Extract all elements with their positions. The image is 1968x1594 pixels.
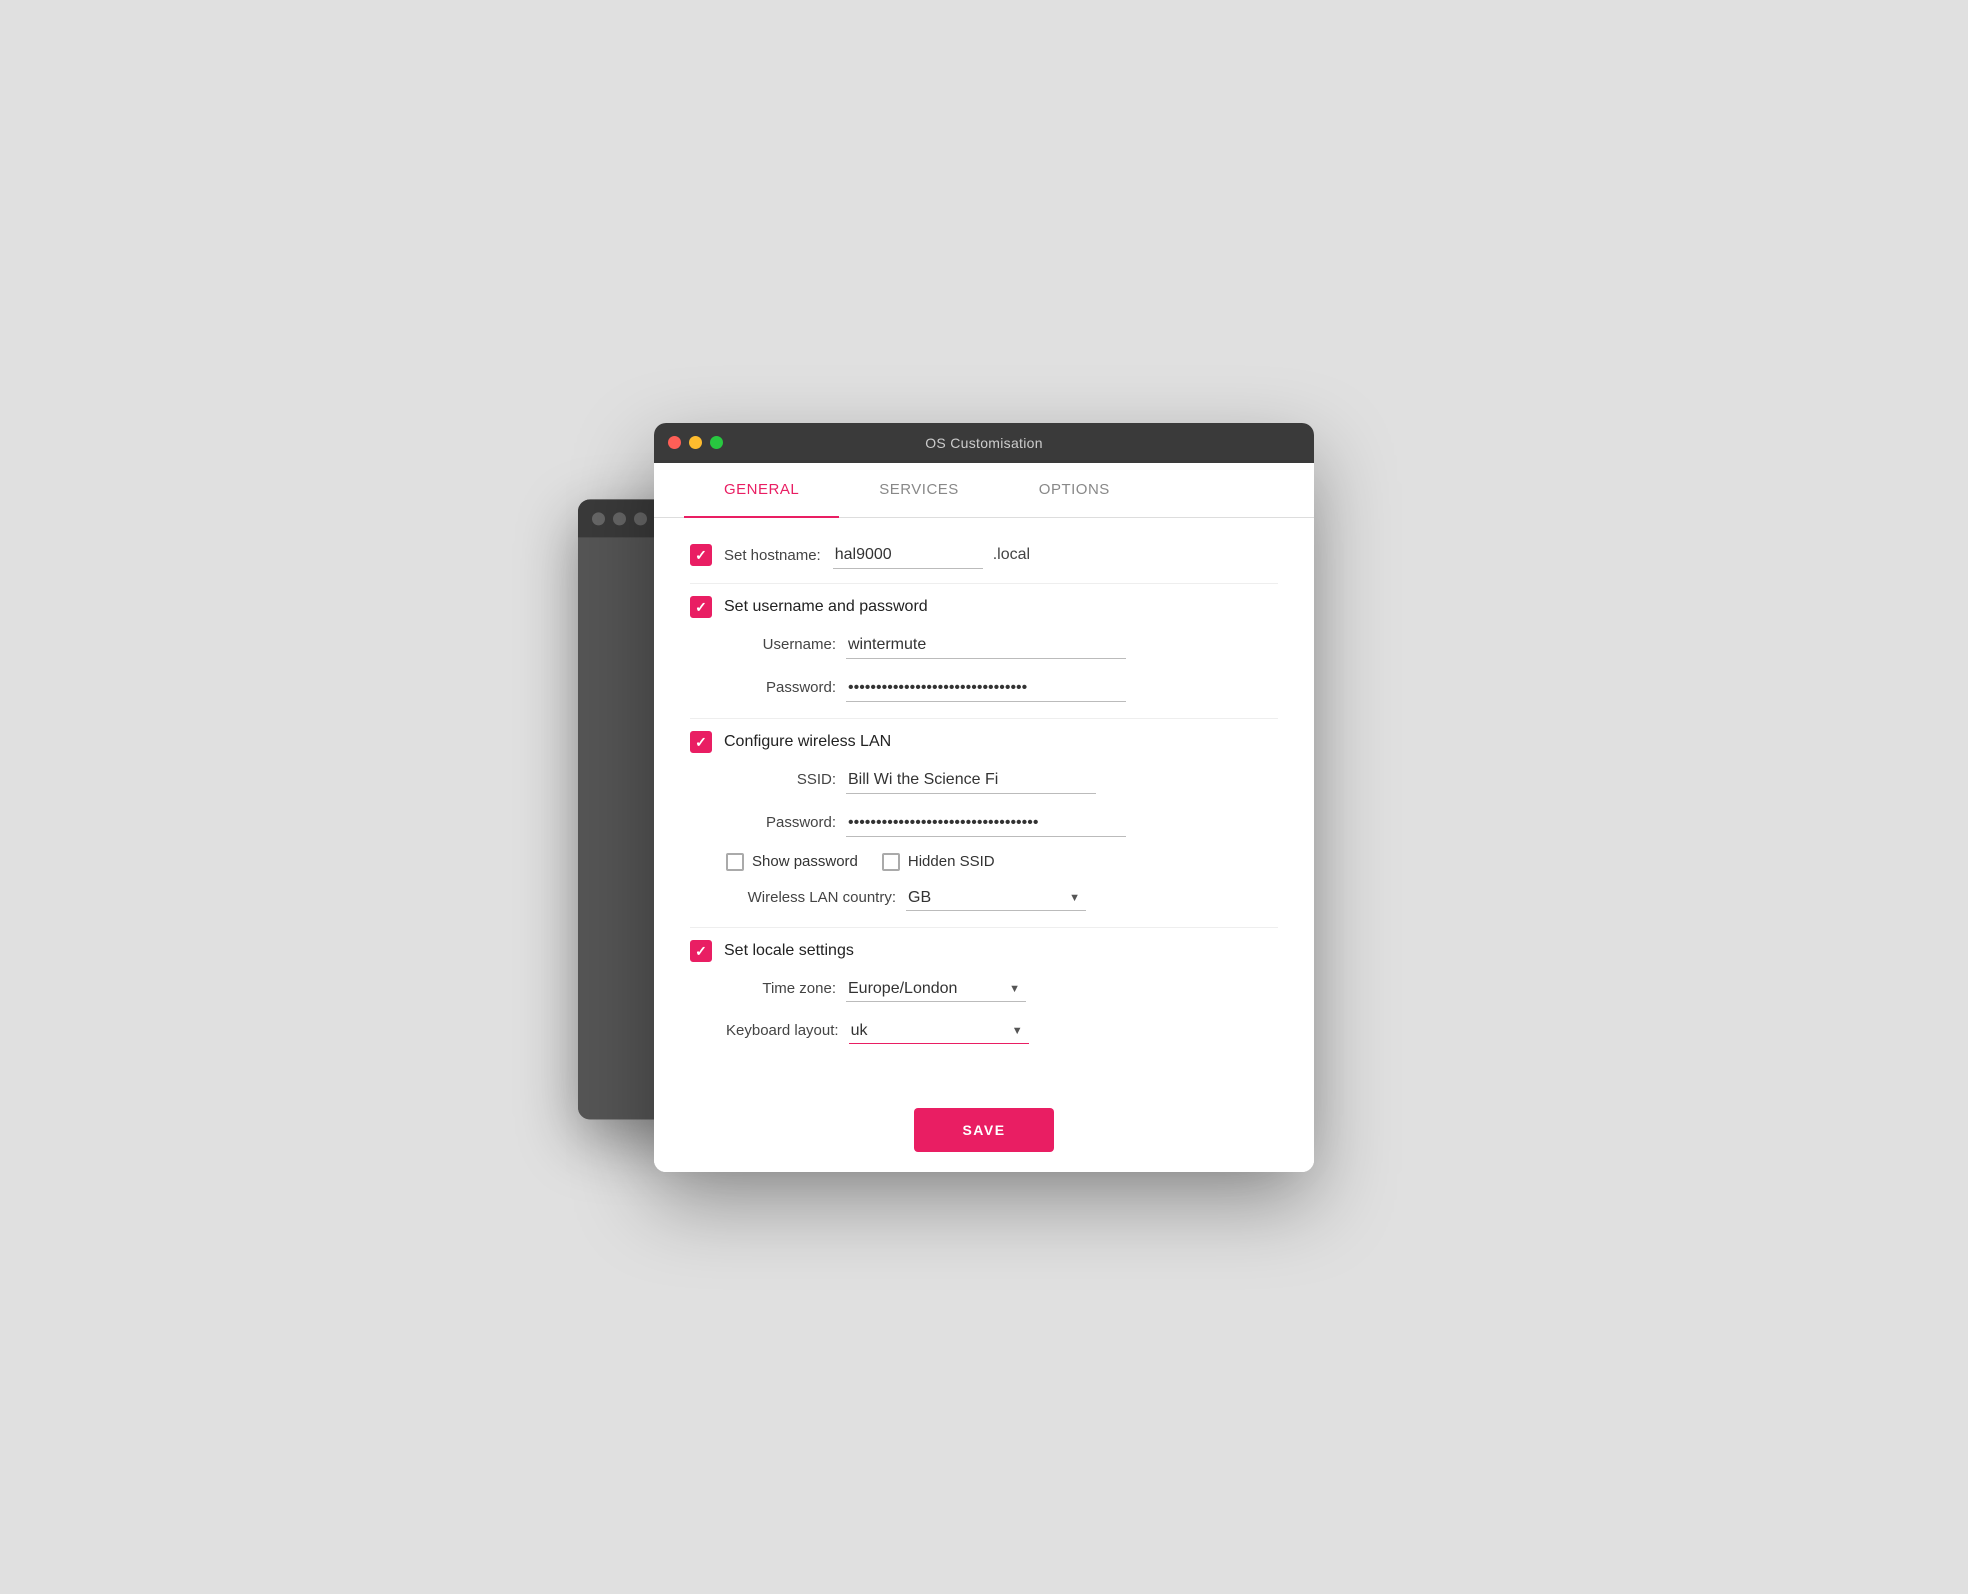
maximize-button[interactable]	[710, 436, 723, 449]
locale-fields: Time zone: Europe/London America/New_Yor…	[690, 976, 1278, 1044]
wireless-lan-checkbox[interactable]: ✓	[690, 731, 712, 753]
country-select[interactable]: GB US	[906, 885, 1086, 911]
tabs-bar: GENERAL SERVICES OPTIONS	[654, 463, 1314, 518]
keyboard-select[interactable]: uk us	[849, 1018, 1029, 1044]
os-customisation-dialog: OS Customisation GENERAL SERVICES OPTION…	[654, 423, 1314, 1172]
divider-2	[690, 718, 1278, 719]
hostname-checkmark: ✓	[695, 548, 707, 562]
minimize-button[interactable]	[689, 436, 702, 449]
timezone-select[interactable]: Europe/London America/New_York	[846, 976, 1026, 1002]
username-password-fields: Username: Password:	[690, 632, 1278, 702]
wireless-lan-checkbox-row: ✓ Configure wireless LAN	[690, 731, 1278, 753]
keyboard-select-wrapper: uk us	[849, 1018, 1029, 1044]
dialog-title: OS Customisation	[925, 435, 1043, 451]
save-row: SAVE	[654, 1090, 1314, 1172]
country-label: Wireless LAN country:	[726, 889, 896, 906]
tab-services[interactable]: SERVICES	[839, 463, 999, 518]
dialog-titlebar: OS Customisation	[654, 423, 1314, 463]
locale-label: Set locale settings	[724, 942, 854, 960]
titlebar-dots	[668, 436, 723, 449]
locale-section: ✓ Set locale settings Time zone: Europe/…	[690, 940, 1278, 1044]
user-password-input[interactable]	[846, 675, 1126, 702]
hostname-label: Set hostname:	[724, 547, 821, 564]
hostname-input-row: .local	[833, 542, 1030, 569]
username-input[interactable]	[846, 632, 1126, 659]
username-password-label: Set username and password	[724, 598, 928, 616]
tab-options[interactable]: OPTIONS	[999, 463, 1150, 518]
timezone-label: Time zone:	[726, 980, 836, 997]
bg-dot-1	[592, 512, 605, 525]
show-password-hidden-ssid-row: Show password Hidden SSID	[726, 853, 1278, 871]
show-password-label: Show password	[752, 853, 858, 870]
hidden-ssid-label: Hidden SSID	[908, 853, 995, 870]
username-password-checkbox[interactable]: ✓	[690, 596, 712, 618]
locale-checkbox-row: ✓ Set locale settings	[690, 940, 1278, 962]
locale-checkbox[interactable]: ✓	[690, 940, 712, 962]
keyboard-field-row: Keyboard layout: uk us	[726, 1018, 1278, 1044]
tab-general[interactable]: GENERAL	[684, 463, 839, 518]
username-password-section: ✓ Set username and password Username: Pa…	[690, 596, 1278, 702]
country-field-row: Wireless LAN country: GB US	[726, 885, 1278, 911]
wifi-password-label: Password:	[726, 814, 836, 831]
user-password-field-row: Password:	[726, 675, 1278, 702]
wifi-password-input[interactable]	[846, 810, 1126, 837]
hostname-local-suffix: .local	[993, 546, 1030, 564]
show-password-checkbox[interactable]	[726, 853, 744, 871]
close-button[interactable]	[668, 436, 681, 449]
hostname-checkbox-row: ✓ Set hostname: .local	[690, 542, 1278, 569]
wireless-lan-section: ✓ Configure wireless LAN SSID: Password:	[690, 731, 1278, 911]
bg-dot-3	[634, 512, 647, 525]
ssid-input[interactable]	[846, 767, 1096, 794]
hidden-ssid-checkbox[interactable]	[882, 853, 900, 871]
dialog-body: GENERAL SERVICES OPTIONS ✓ Set hostname:	[654, 463, 1314, 1172]
divider-3	[690, 927, 1278, 928]
hostname-section: ✓ Set hostname: .local	[690, 542, 1278, 569]
save-button[interactable]: SAVE	[914, 1108, 1053, 1152]
timezone-select-wrapper: Europe/London America/New_York	[846, 976, 1026, 1002]
timezone-field-row: Time zone: Europe/London America/New_Yor…	[726, 976, 1278, 1002]
ssid-label: SSID:	[726, 771, 836, 788]
show-password-item[interactable]: Show password	[726, 853, 858, 871]
hostname-input[interactable]	[833, 542, 983, 569]
ssid-field-row: SSID:	[726, 767, 1278, 794]
wireless-lan-label: Configure wireless LAN	[724, 733, 891, 751]
hostname-checkbox[interactable]: ✓	[690, 544, 712, 566]
wifi-password-field-row: Password:	[726, 810, 1278, 837]
general-tab-content: ✓ Set hostname: .local ✓	[654, 518, 1314, 1090]
bg-dot-2	[613, 512, 626, 525]
keyboard-label: Keyboard layout:	[726, 1022, 839, 1039]
country-select-wrapper: GB US	[906, 885, 1086, 911]
user-password-label: Password:	[726, 679, 836, 696]
username-field-row: Username:	[726, 632, 1278, 659]
hidden-ssid-item[interactable]: Hidden SSID	[882, 853, 995, 871]
dialog-wrapper: OS Customisation GENERAL SERVICES OPTION…	[654, 423, 1314, 1172]
divider-1	[690, 583, 1278, 584]
wireless-lan-fields: SSID: Password: Show password	[690, 767, 1278, 911]
wireless-lan-checkmark: ✓	[695, 735, 707, 749]
username-password-checkbox-row: ✓ Set username and password	[690, 596, 1278, 618]
username-label: Username:	[726, 636, 836, 653]
username-password-checkmark: ✓	[695, 600, 707, 614]
locale-checkmark: ✓	[695, 944, 707, 958]
